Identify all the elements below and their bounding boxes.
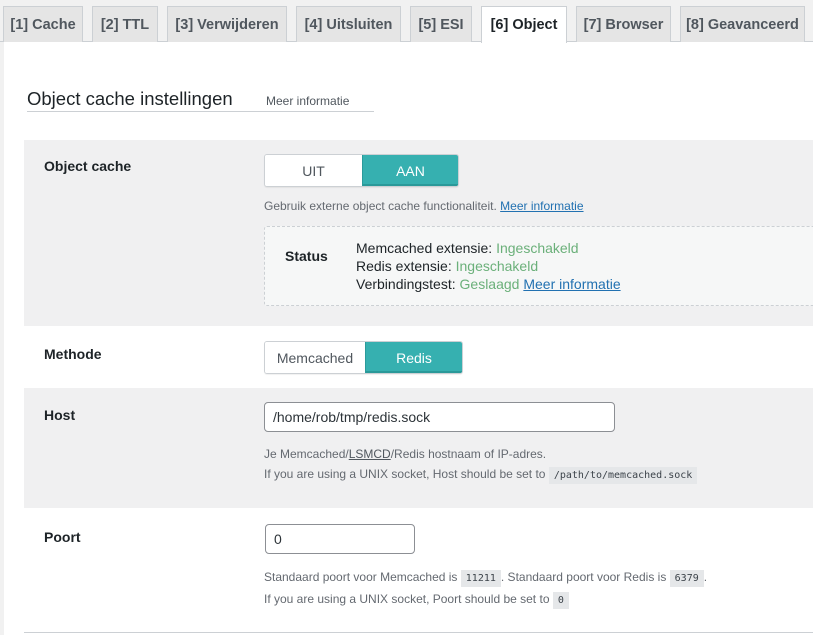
tab-bar: [1] Cache [2] TTL [3] Verwijderen [4] Ui… <box>0 0 813 43</box>
memcached-status-label: Memcached extensie: <box>356 240 493 256</box>
status-label: Status <box>285 248 328 264</box>
method-row: Methode Memcached Redis <box>24 326 813 388</box>
object-cache-description-text: Gebruik externe object cache functionali… <box>264 199 497 213</box>
section-header: Object cache instellingen Meer informati… <box>27 86 374 112</box>
tab-ttl[interactable]: [2] TTL <box>92 6 158 42</box>
host-socket-code: /path/to/memcached.sock <box>548 467 698 484</box>
memcached-port-code: 11211 <box>460 570 501 587</box>
settings-panel: Object cache instellingen Meer informati… <box>4 42 813 635</box>
tab-cache[interactable]: [1] Cache <box>3 6 83 42</box>
object-cache-row: Object cache UIT AAN Gebruik externe obj… <box>24 140 813 326</box>
memcached-status-value: Ingeschakeld <box>496 240 579 256</box>
host-row: Host /home/rob/tmp/redis.sock Je Memcach… <box>24 388 813 508</box>
memcached-status: Memcached extensie: Ingeschakeld <box>356 239 621 257</box>
host-socket-note: If you are using a UNIX socket, Host sho… <box>264 467 698 484</box>
connection-test-status: Verbindingstest: Geslaagd Meer informati… <box>356 275 621 293</box>
port-label: Poort <box>44 529 81 545</box>
method-memcached-option[interactable]: Memcached <box>265 342 365 373</box>
host-desc-suffix: /Redis hostnaam of IP-adres. <box>390 447 547 461</box>
section-title: Object cache instellingen <box>27 88 233 109</box>
redis-port-code: 6379 <box>669 570 704 587</box>
port-description: Standaard poort voor Memcached is 11211.… <box>264 570 708 587</box>
tab-uitsluiten[interactable]: [4] Uitsluiten <box>296 6 401 42</box>
host-input[interactable]: /home/rob/tmp/redis.sock <box>264 402 615 432</box>
port-socket-note: If you are using a UNIX socket, Poort sh… <box>264 592 569 609</box>
port-socket-code: 0 <box>552 592 569 609</box>
row-divider <box>24 632 813 633</box>
host-description: Je Memcached/LSMCD/Redis hostnaam of IP-… <box>264 447 546 461</box>
host-socket-note-text: If you are using a UNIX socket, Host sho… <box>264 467 546 481</box>
port-socket-note-text: If you are using a UNIX socket, Poort sh… <box>264 592 550 606</box>
tab-browser[interactable]: [7] Browser <box>576 6 671 42</box>
port-desc-redis: . Standaard poort voor Redis is <box>500 570 667 584</box>
object-cache-toggle: UIT AAN <box>264 154 459 187</box>
connection-test-label: Verbindingstest: <box>356 276 456 292</box>
object-cache-off-option[interactable]: UIT <box>265 155 362 186</box>
object-cache-more-info-link[interactable]: Meer informatie <box>500 199 583 213</box>
tab-esi[interactable]: [5] ESI <box>410 6 472 42</box>
object-cache-label: Object cache <box>44 158 132 174</box>
method-label: Methode <box>44 346 102 362</box>
port-input[interactable]: 0 <box>265 524 415 554</box>
object-cache-description: Gebruik externe object cache functionali… <box>264 199 584 213</box>
host-label: Host <box>44 407 76 423</box>
port-desc-end: . <box>703 570 708 584</box>
port-desc-memcached: Standaard poort voor Memcached is <box>264 570 458 584</box>
host-desc-prefix: Je Memcached/ <box>264 447 349 461</box>
status-lines: Memcached extensie: Ingeschakeld Redis e… <box>356 239 621 293</box>
status-more-info-link[interactable]: Meer informatie <box>523 276 620 292</box>
status-box: Status Memcached extensie: Ingeschakeld … <box>264 226 813 306</box>
port-row: Poort 0 Standaard poort voor Memcached i… <box>24 508 813 632</box>
redis-status-label: Redis extensie: <box>356 258 452 274</box>
redis-status: Redis extensie: Ingeschakeld <box>356 257 621 275</box>
section-more-info-link[interactable]: Meer informatie <box>266 94 349 108</box>
lsmcd-link[interactable]: LSMCD <box>349 447 391 461</box>
tab-verwijderen[interactable]: [3] Verwijderen <box>167 6 287 42</box>
redis-status-value: Ingeschakeld <box>455 258 539 274</box>
tab-geavanceerd[interactable]: [8] Geavanceerd <box>680 6 805 42</box>
tab-object[interactable]: [6] Object <box>481 6 567 43</box>
object-cache-on-option[interactable]: AAN <box>362 155 458 186</box>
method-redis-option[interactable]: Redis <box>364 342 462 373</box>
connection-test-value: Geslaagd <box>459 276 520 292</box>
method-toggle: Memcached Redis <box>264 341 463 374</box>
